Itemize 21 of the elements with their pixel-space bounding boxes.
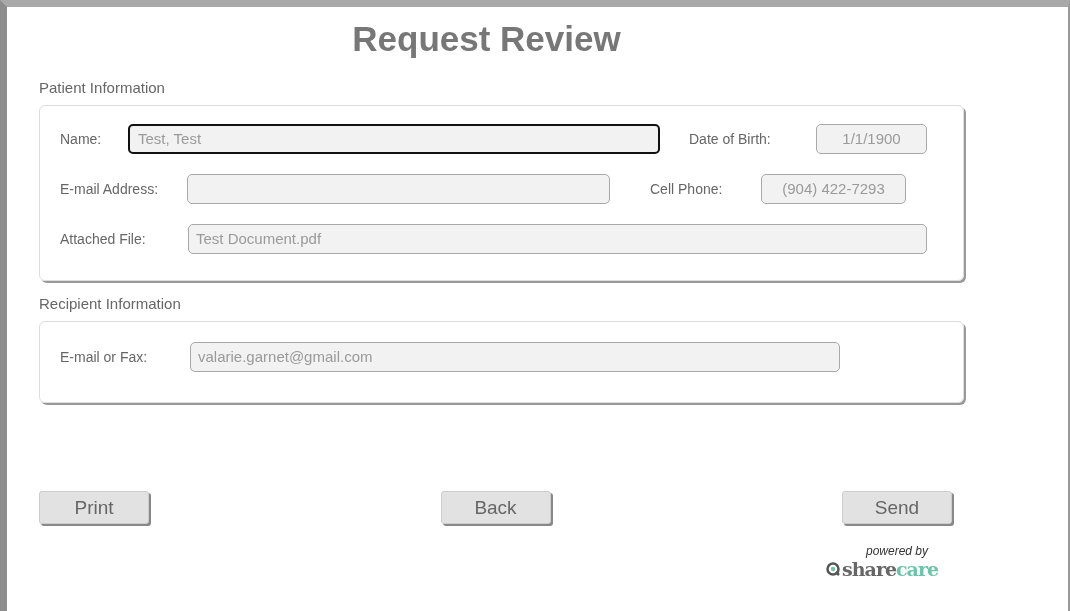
field-label: E-mail Address:	[60, 181, 160, 197]
input-field[interactable]: valarie.garnet@gmail.com	[190, 342, 840, 372]
field-label: E-mail or Fax:	[60, 349, 149, 365]
brand-name: sharecare	[842, 558, 938, 580]
input-field[interactable]	[187, 174, 610, 204]
section-heading: Patient Information	[39, 79, 165, 96]
field-label: Name:	[60, 131, 103, 147]
field-label: Cell Phone:	[650, 181, 724, 197]
action-button[interactable]: Back	[440, 491, 551, 524]
logo-icon	[826, 562, 841, 576]
action-button[interactable]: Send	[842, 491, 952, 524]
input-field[interactable]: Test, Test	[128, 124, 660, 154]
action-button[interactable]: Print	[39, 491, 149, 524]
field-label: Attached File:	[60, 231, 147, 247]
field-label: Date of Birth:	[689, 131, 772, 147]
section-heading: Recipient Information	[39, 295, 181, 312]
page-title: Request Review	[351, 18, 622, 60]
input-field[interactable]: Test Document.pdf	[188, 224, 927, 254]
input-field[interactable]: 1/1/1900	[816, 124, 927, 154]
input-field[interactable]: (904) 422-7293	[761, 174, 906, 204]
powered-by-text: powered by	[865, 544, 928, 558]
